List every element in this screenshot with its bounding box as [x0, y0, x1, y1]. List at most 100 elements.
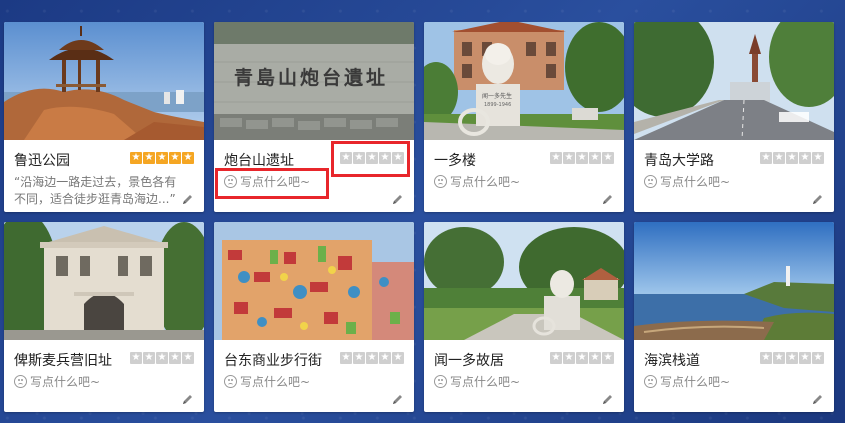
star-icon[interactable]: ★: [773, 352, 785, 364]
sad-face-icon: [224, 175, 237, 188]
write-review-prompt[interactable]: 写点什么吧~: [434, 373, 520, 390]
star-icon[interactable]: ★: [169, 152, 181, 164]
write-review-prompt[interactable]: 写点什么吧~: [434, 173, 520, 190]
residence-statue-photo: [424, 222, 624, 340]
spot-name[interactable]: 炮台山遗址: [224, 150, 294, 170]
star-rating[interactable]: ★ ★ ★ ★ ★: [130, 152, 194, 164]
write-review-prompt[interactable]: 写点什么吧~: [224, 173, 310, 190]
star-icon[interactable]: ★: [392, 152, 404, 164]
star-icon[interactable]: ★: [130, 352, 142, 364]
pencil-icon[interactable]: [181, 393, 194, 406]
spot-photo[interactable]: [424, 222, 624, 340]
star-icon[interactable]: ★: [576, 152, 588, 164]
street-photo: [634, 22, 834, 140]
star-icon[interactable]: ★: [130, 152, 142, 164]
spot-name[interactable]: 台东商业步行街: [224, 350, 322, 370]
barracks-photo: [4, 222, 204, 340]
star-icon[interactable]: ★: [563, 352, 575, 364]
star-icon[interactable]: ★: [156, 152, 168, 164]
pencil-icon[interactable]: [391, 393, 404, 406]
spot-card-paotaishan[interactable]: 青島山炮台遺址 炮台山遗址 ★ ★ ★ ★ ★ 写点什么吧~: [214, 22, 414, 212]
statue-building-photo: 闻一多先生 1899-1946: [424, 22, 624, 140]
write-review-prompt[interactable]: 写点什么吧~: [644, 373, 730, 390]
scenic-spot-grid: 鲁迅公园 ★ ★ ★ ★ ★ “沿海边一路走过去，景色各有不同，适合徒步逛青岛海…: [0, 0, 845, 423]
painted-building-photo: [214, 222, 414, 340]
spot-card-daxue-road[interactable]: 青岛大学路 ★ ★ ★ ★ ★ 写点什么吧~: [634, 22, 834, 212]
spot-card-yiduo-building[interactable]: 闻一多先生 1899-1946 一多楼 ★ ★ ★ ★ ★ 写点什么吧~: [424, 22, 624, 212]
star-icon[interactable]: ★: [366, 352, 378, 364]
star-icon[interactable]: ★: [340, 352, 352, 364]
spot-photo[interactable]: 闻一多先生 1899-1946: [424, 22, 624, 140]
sad-face-icon: [434, 175, 447, 188]
star-icon[interactable]: ★: [563, 152, 575, 164]
star-icon[interactable]: ★: [812, 152, 824, 164]
star-icon[interactable]: ★: [340, 152, 352, 164]
star-icon[interactable]: ★: [576, 352, 588, 364]
star-icon[interactable]: ★: [550, 152, 562, 164]
star-icon[interactable]: ★: [773, 152, 785, 164]
spot-name[interactable]: 鲁迅公园: [14, 150, 70, 170]
pencil-icon[interactable]: [181, 193, 194, 206]
star-icon[interactable]: ★: [392, 352, 404, 364]
pencil-icon[interactable]: [811, 393, 824, 406]
write-review-prompt[interactable]: 写点什么吧~: [14, 373, 100, 390]
sad-face-icon: [224, 375, 237, 388]
star-icon[interactable]: ★: [786, 352, 798, 364]
write-review-prompt[interactable]: 写点什么吧~: [224, 373, 310, 390]
star-icon[interactable]: ★: [353, 352, 365, 364]
star-icon[interactable]: ★: [143, 352, 155, 364]
spot-photo[interactable]: [634, 222, 834, 340]
spot-photo[interactable]: [4, 22, 204, 140]
spot-photo[interactable]: [4, 222, 204, 340]
spot-name[interactable]: 俾斯麦兵营旧址: [14, 350, 112, 370]
star-icon[interactable]: ★: [589, 152, 601, 164]
star-icon[interactable]: ★: [550, 352, 562, 364]
plaque-years: 1899-1946: [484, 102, 511, 108]
spot-name[interactable]: 海滨栈道: [644, 350, 700, 370]
sad-face-icon: [434, 375, 447, 388]
star-icon[interactable]: ★: [156, 352, 168, 364]
sign-text: 青島山炮台遺址: [234, 66, 388, 89]
star-icon[interactable]: ★: [760, 352, 772, 364]
star-icon[interactable]: ★: [589, 352, 601, 364]
star-icon[interactable]: ★: [379, 352, 391, 364]
spot-card-seaside-boardwalk[interactable]: 海滨栈道 ★ ★ ★ ★ ★ 写点什么吧~: [634, 222, 834, 412]
star-icon[interactable]: ★: [182, 352, 194, 364]
spot-card-taidong-street[interactable]: 台东商业步行街 ★ ★ ★ ★ ★ 写点什么吧~: [214, 222, 414, 412]
star-icon[interactable]: ★: [799, 352, 811, 364]
spot-name[interactable]: 闻一多故居: [434, 350, 504, 370]
star-rating[interactable]: ★ ★ ★ ★ ★: [550, 152, 614, 164]
star-icon[interactable]: ★: [143, 152, 155, 164]
pencil-icon[interactable]: [391, 193, 404, 206]
star-icon[interactable]: ★: [169, 352, 181, 364]
spot-photo[interactable]: [214, 222, 414, 340]
star-rating[interactable]: ★ ★ ★ ★ ★: [340, 152, 404, 164]
star-icon[interactable]: ★: [366, 152, 378, 164]
star-icon[interactable]: ★: [353, 152, 365, 164]
star-rating[interactable]: ★ ★ ★ ★ ★: [760, 352, 824, 364]
spot-photo[interactable]: 青島山炮台遺址: [214, 22, 414, 140]
star-icon[interactable]: ★: [379, 152, 391, 164]
spot-photo[interactable]: [634, 22, 834, 140]
star-icon[interactable]: ★: [182, 152, 194, 164]
write-review-prompt[interactable]: 写点什么吧~: [644, 173, 730, 190]
pencil-icon[interactable]: [601, 193, 614, 206]
spot-card-bismarck-barracks[interactable]: 俾斯麦兵营旧址 ★ ★ ★ ★ ★ 写点什么吧~: [4, 222, 204, 412]
spot-card-wenyiduo-residence[interactable]: 闻一多故居 ★ ★ ★ ★ ★ 写点什么吧~: [424, 222, 624, 412]
pencil-icon[interactable]: [811, 193, 824, 206]
star-icon[interactable]: ★: [602, 152, 614, 164]
spot-name[interactable]: 一多楼: [434, 150, 476, 170]
star-rating[interactable]: ★ ★ ★ ★ ★: [550, 352, 614, 364]
star-rating[interactable]: ★ ★ ★ ★ ★: [760, 152, 824, 164]
spot-card-luxun-park[interactable]: 鲁迅公园 ★ ★ ★ ★ ★ “沿海边一路走过去，景色各有不同，适合徒步逛青岛海…: [4, 22, 204, 212]
star-icon[interactable]: ★: [812, 352, 824, 364]
pencil-icon[interactable]: [601, 393, 614, 406]
star-rating[interactable]: ★ ★ ★ ★ ★: [130, 352, 194, 364]
seaside-photo: [634, 222, 834, 340]
spot-name[interactable]: 青岛大学路: [644, 150, 714, 170]
star-rating[interactable]: ★ ★ ★ ★ ★: [340, 352, 404, 364]
star-icon[interactable]: ★: [786, 152, 798, 164]
star-icon[interactable]: ★: [602, 352, 614, 364]
star-icon[interactable]: ★: [799, 152, 811, 164]
star-icon[interactable]: ★: [760, 152, 772, 164]
